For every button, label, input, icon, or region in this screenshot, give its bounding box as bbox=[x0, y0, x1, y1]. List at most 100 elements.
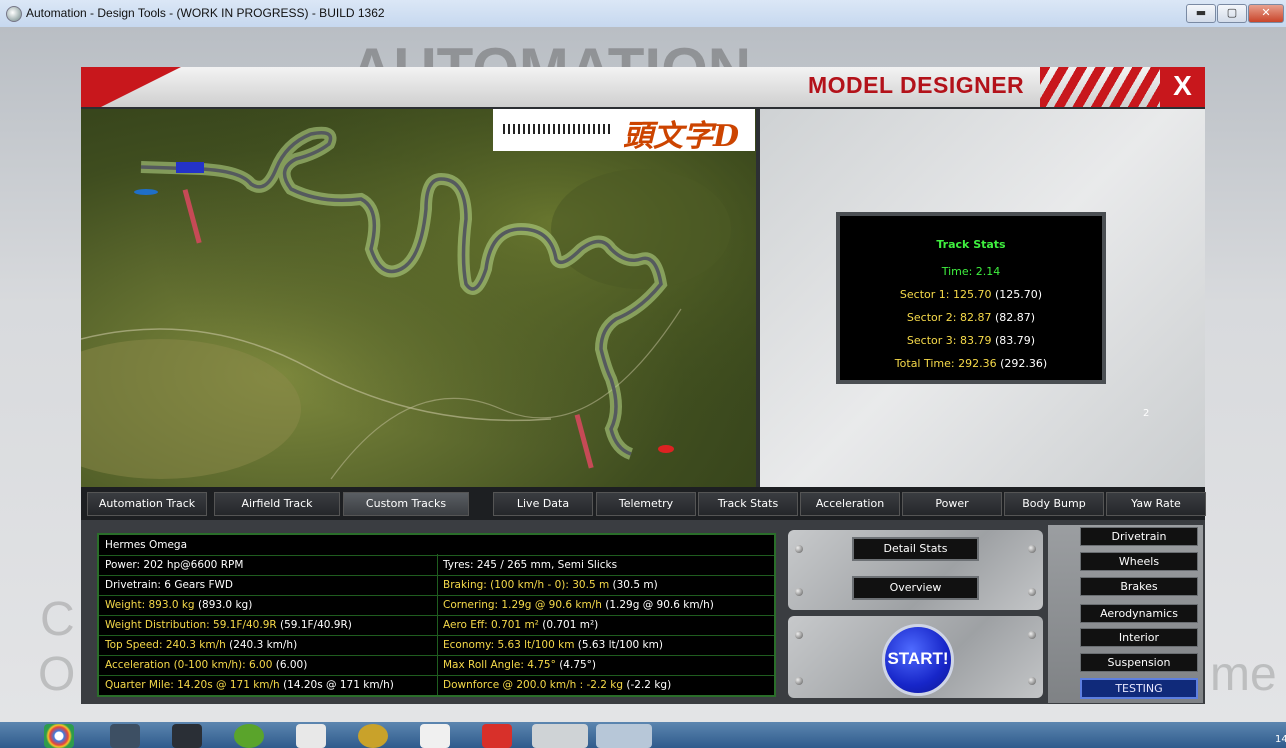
app-icon-red[interactable] bbox=[482, 724, 512, 748]
car-acceleration: Acceleration (0-100 km/h): 6.00 (6.00) bbox=[99, 656, 434, 675]
cornering-previous: (1.29g @ 90.6 km/h) bbox=[605, 599, 714, 611]
sidebar-item-brakes[interactable]: Brakes bbox=[1080, 577, 1198, 596]
weight-previous: (893.0 kg) bbox=[197, 599, 253, 611]
sidebar-item-aerodynamics[interactable]: Aerodynamics bbox=[1080, 604, 1198, 623]
downforce-value: Downforce @ 200.0 km/h : -2.2 kg bbox=[443, 679, 624, 691]
rivet bbox=[1028, 677, 1036, 685]
top-speed-previous: (240.3 km/h) bbox=[229, 639, 298, 651]
weight-dist-previous: (59.1F/40.9R) bbox=[280, 619, 352, 631]
app-icon bbox=[6, 6, 22, 22]
economy-value: Economy: 5.63 lt/100 km bbox=[443, 639, 575, 651]
overview-button[interactable]: Overview bbox=[852, 576, 979, 600]
rivet bbox=[1028, 545, 1036, 553]
tab-power[interactable]: Power bbox=[902, 492, 1002, 516]
background-letter: C bbox=[40, 593, 75, 646]
app-icon-pdf[interactable] bbox=[420, 724, 450, 748]
rivet bbox=[795, 588, 803, 596]
car-top-speed: Top Speed: 240.3 km/h (240.3 km/h) bbox=[99, 636, 434, 655]
car-name: Hermes Omega bbox=[105, 539, 188, 551]
column-divider bbox=[437, 554, 438, 695]
start-button[interactable]: START! bbox=[882, 624, 954, 696]
car-marker bbox=[176, 162, 204, 173]
track-stats-heading: Track Stats bbox=[936, 238, 1006, 251]
sidebar-item-interior[interactable]: Interior bbox=[1080, 628, 1198, 647]
chrome-icon[interactable] bbox=[44, 724, 74, 748]
panel-header bbox=[81, 67, 1205, 107]
close-window-button[interactable]: ✕ bbox=[1248, 4, 1284, 23]
tab-track-stats[interactable]: Track Stats bbox=[698, 492, 798, 516]
sidebar-item-drivetrain[interactable]: Drivetrain bbox=[1080, 527, 1198, 546]
paint-icon[interactable] bbox=[596, 724, 652, 748]
track-stats-sector1: Sector 1: 125.70 (125.70) bbox=[840, 288, 1102, 301]
background-letter: O bbox=[38, 648, 76, 701]
car-braking: Braking: (100 km/h - 0): 30.5 m (30.5 m) bbox=[437, 576, 773, 595]
tab-automation-track[interactable]: Automation Track bbox=[87, 492, 207, 516]
app-icon-face[interactable] bbox=[296, 724, 326, 748]
app-icon-b[interactable] bbox=[172, 724, 202, 748]
utorrent-icon[interactable] bbox=[234, 724, 264, 748]
car-drivetrain: Drivetrain: 6 Gears FWD bbox=[105, 579, 233, 591]
sidebar-item-suspension[interactable]: Suspension bbox=[1080, 653, 1198, 672]
panel-title: MODEL DESIGNER bbox=[808, 72, 1025, 98]
sidebar-item-wheels[interactable]: Wheels bbox=[1080, 552, 1198, 571]
rivet bbox=[795, 631, 803, 639]
quarter-previous: (14.20s @ 171 km/h) bbox=[283, 679, 394, 691]
tab-live-data[interactable]: Live Data bbox=[493, 492, 593, 516]
car-downforce: Downforce @ 200.0 km/h : -2.2 kg (-2.2 k… bbox=[437, 676, 773, 695]
total-value: Total Time: 292.36 bbox=[894, 357, 997, 370]
track-stats-total: Total Time: 292.36 (292.36) bbox=[840, 357, 1102, 370]
car-weight-distribution: Weight Distribution: 59.1F/40.9R (59.1F/… bbox=[99, 616, 434, 635]
steam-icon[interactable] bbox=[110, 724, 140, 748]
rivet bbox=[1028, 588, 1036, 596]
app-icon-headset[interactable] bbox=[358, 724, 388, 748]
tab-telemetry[interactable]: Telemetry bbox=[596, 492, 696, 516]
rivet bbox=[795, 545, 803, 553]
tab-custom-tracks[interactable]: Custom Tracks bbox=[343, 492, 469, 516]
rivet bbox=[1028, 631, 1036, 639]
downforce-previous: (-2.2 kg) bbox=[626, 679, 672, 691]
sector1-value: Sector 1: 125.70 bbox=[899, 288, 992, 301]
panel-close-button[interactable]: X bbox=[1160, 67, 1205, 107]
sidebar-item-testing[interactable]: TESTING bbox=[1080, 678, 1198, 699]
braking-previous: (30.5 m) bbox=[612, 579, 658, 591]
rivet bbox=[795, 677, 803, 685]
aero-previous: (0.701 m²) bbox=[542, 619, 599, 631]
roll-previous: (4.75°) bbox=[559, 659, 597, 671]
aero-value: Aero Eff: 0.701 m² bbox=[443, 619, 539, 631]
tab-yaw-rate[interactable]: Yaw Rate bbox=[1106, 492, 1206, 516]
sector2-value: Sector 2: 82.87 bbox=[906, 311, 992, 324]
sector1-previous: (125.70) bbox=[994, 288, 1043, 301]
track-map-svg bbox=[81, 109, 756, 487]
car-aero: Aero Eff: 0.701 m² (0.701 m²) bbox=[437, 616, 773, 635]
maximize-button[interactable]: ▢ bbox=[1217, 4, 1247, 23]
car-quarter-mile: Quarter Mile: 14.20s @ 171 km/h (14.20s … bbox=[99, 676, 434, 695]
car-max-roll: Max Roll Angle: 4.75° (4.75°) bbox=[437, 656, 773, 675]
clock-text: 14 bbox=[1275, 734, 1286, 745]
tab-airfield-track[interactable]: Airfield Track bbox=[214, 492, 340, 516]
sector2-previous: (82.87) bbox=[994, 311, 1036, 324]
background-letter: me bbox=[1210, 648, 1277, 701]
window-title: Automation - Design Tools - (WORK IN PRO… bbox=[26, 6, 385, 20]
detail-stats-button[interactable]: Detail Stats bbox=[852, 537, 979, 561]
sector3-previous: (83.79) bbox=[994, 334, 1036, 347]
automation-app-icon[interactable] bbox=[532, 724, 588, 748]
top-speed-value: Top Speed: 240.3 km/h bbox=[105, 639, 226, 651]
initial-d-logo: 頭文字D bbox=[493, 109, 755, 154]
car-tyres: Tyres: 245 / 265 mm, Semi Slicks bbox=[443, 559, 618, 571]
minimize-button[interactable]: ▬ bbox=[1186, 4, 1216, 23]
braking-value: Braking: (100 km/h - 0): 30.5 m bbox=[443, 579, 610, 591]
economy-previous: (5.63 lt/100 km) bbox=[577, 639, 663, 651]
track-stats-time: Time: 2.14 bbox=[941, 265, 1001, 278]
track-stats-box: Track Stats Time: 2.14 Sector 1: 125.70 … bbox=[836, 212, 1106, 384]
cornering-value: Cornering: 1.29g @ 90.6 km/h bbox=[443, 599, 602, 611]
track-map bbox=[81, 109, 756, 487]
quarter-value: Quarter Mile: 14.20s @ 171 km/h bbox=[105, 679, 280, 691]
accel-previous: (6.00) bbox=[275, 659, 308, 671]
weight-value: Weight: 893.0 kg bbox=[105, 599, 195, 611]
car-cornering: Cornering: 1.29g @ 90.6 km/h (1.29g @ 90… bbox=[437, 596, 773, 615]
window-titlebar: Automation - Design Tools - (WORK IN PRO… bbox=[0, 0, 1286, 28]
total-previous: (292.36) bbox=[1000, 357, 1048, 370]
roll-value: Max Roll Angle: 4.75° bbox=[443, 659, 556, 671]
tab-acceleration[interactable]: Acceleration bbox=[800, 492, 900, 516]
tab-body-bump[interactable]: Body Bump bbox=[1004, 492, 1104, 516]
